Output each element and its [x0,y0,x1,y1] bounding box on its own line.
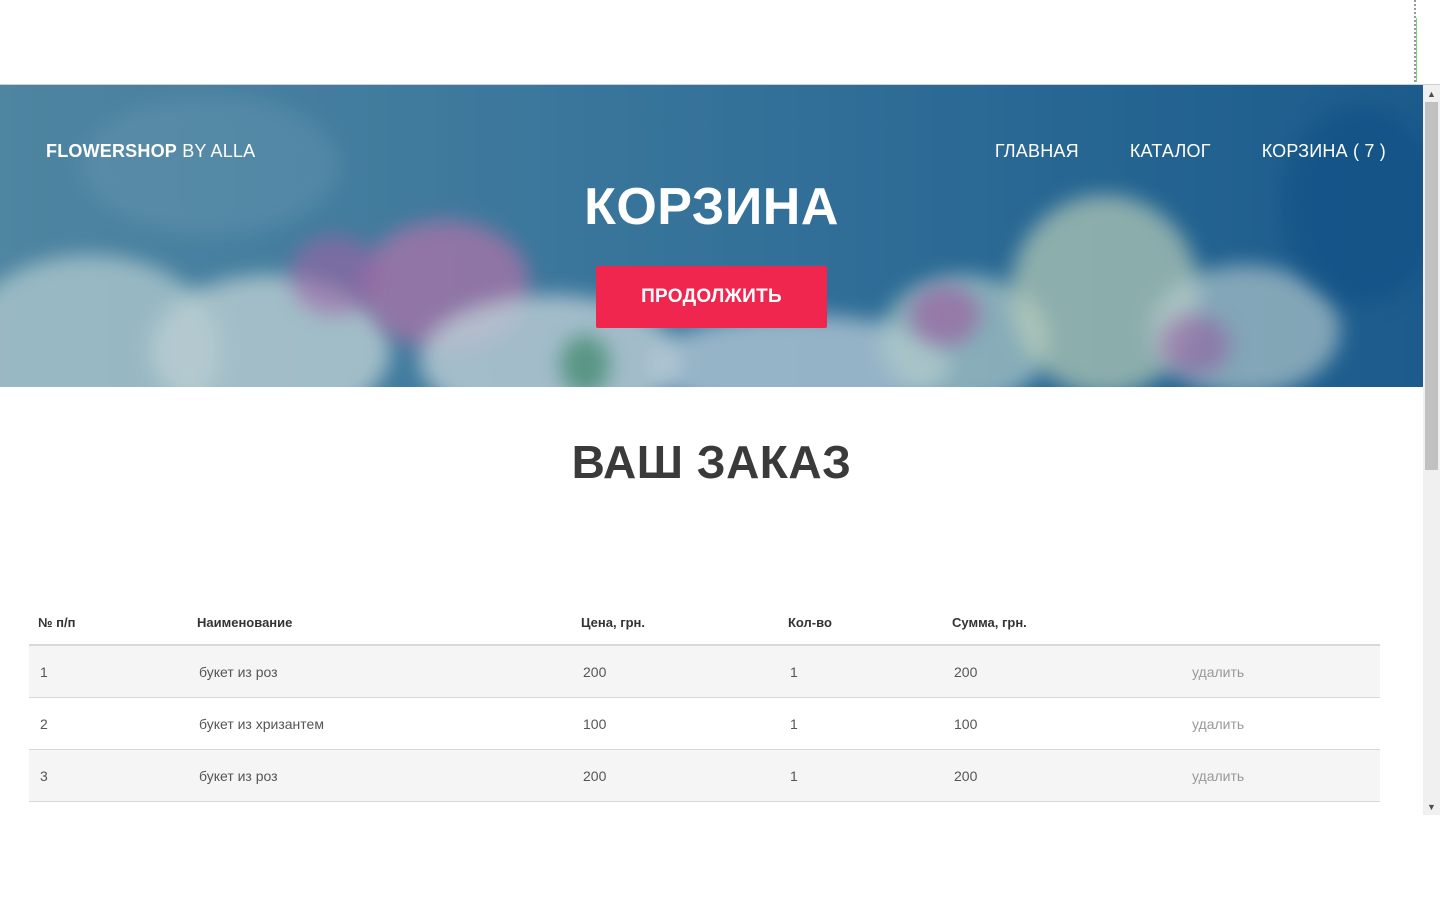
page-viewport: FLOWERSHOP BY ALLA ГЛАВНАЯ КАТАЛОГ КОРЗИ… [0,85,1423,815]
browser-top-strip [0,0,1440,85]
order-table-wrap: № п/п Наименование Цена, грн. Кол-во Сум… [29,600,1380,802]
scrollbar-thumb[interactable] [1425,102,1438,470]
row-number: 1 [29,645,188,698]
row-sum: 200 [943,645,1181,698]
row-price: 200 [572,749,779,802]
scroll-up-icon[interactable]: ▲ [1423,85,1440,102]
col-sum: Сумма, грн. [943,600,1181,646]
nav-home[interactable]: ГЛАВНАЯ [995,141,1079,162]
delete-link[interactable]: удалить [1181,697,1380,750]
row-price: 100 [572,697,779,750]
row-number: 2 [29,697,188,750]
delete-link[interactable]: удалить [1181,749,1380,802]
hero-title: КОРЗИНА [584,178,839,236]
delete-link[interactable]: удалить [1181,645,1380,698]
col-number: № п/п [29,600,188,646]
logo-bold: FLOWERSHOP [46,141,177,161]
table-row: 3 букет из роз 200 1 200 удалить [29,749,1380,802]
continue-button[interactable]: ПРОДОЛЖИТЬ [596,266,827,328]
frame-edge-accent [1416,18,1417,82]
logo-rest: BY ALLA [177,141,256,161]
vertical-scrollbar[interactable]: ▲ ▼ [1423,85,1440,815]
row-qty: 1 [779,645,943,698]
col-name: Наименование [188,600,572,646]
row-sum: 200 [943,749,1181,802]
row-qty: 1 [779,697,943,750]
order-table: № п/п Наименование Цена, грн. Кол-во Сум… [29,600,1380,802]
scroll-down-icon[interactable]: ▼ [1423,798,1440,815]
nav-cart[interactable]: КОРЗИНА ( 7 ) [1262,141,1386,162]
row-sum: 100 [943,697,1181,750]
main-nav: ГЛАВНАЯ КАТАЛОГ КОРЗИНА ( 7 ) [995,141,1386,162]
table-row: 1 букет из роз 200 1 200 удалить [29,645,1380,698]
table-header-row: № п/п Наименование Цена, грн. Кол-во Сум… [29,600,1380,646]
row-name: букет из роз [188,749,572,802]
nav-catalog[interactable]: КАТАЛОГ [1130,141,1211,162]
row-price: 200 [572,645,779,698]
row-name: букет из роз [188,645,572,698]
col-action [1181,600,1380,646]
order-title: ВАШ ЗАКАЗ [571,436,852,488]
row-name: букет из хризантем [188,697,572,750]
hero-banner: FLOWERSHOP BY ALLA ГЛАВНАЯ КАТАЛОГ КОРЗИ… [0,85,1423,387]
col-price: Цена, грн. [572,600,779,646]
site-logo[interactable]: FLOWERSHOP BY ALLA [46,141,255,162]
row-number: 3 [29,749,188,802]
col-qty: Кол-во [779,600,943,646]
table-row: 2 букет из хризантем 100 1 100 удалить [29,697,1380,750]
row-qty: 1 [779,749,943,802]
